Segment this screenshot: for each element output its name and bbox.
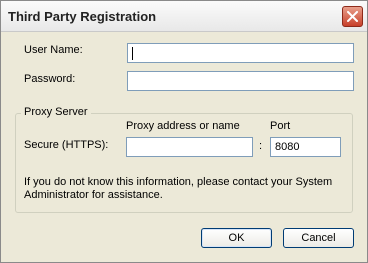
secure-https-label: Secure (HTTPS): — [24, 139, 109, 151]
proxy-address-input[interactable] — [126, 137, 253, 157]
close-icon — [347, 11, 358, 22]
title-bar[interactable]: Third Party Registration — [1, 1, 367, 32]
cancel-button[interactable]: Cancel — [283, 228, 354, 248]
password-input[interactable] — [127, 71, 354, 91]
username-input[interactable] — [127, 43, 354, 63]
port-header: Port — [270, 120, 291, 132]
ok-button[interactable]: OK — [201, 228, 272, 248]
close-button[interactable] — [342, 6, 363, 27]
proxy-address-header: Proxy address or name — [126, 120, 240, 132]
proxy-server-group-label: Proxy Server — [21, 106, 91, 118]
text-cursor — [132, 47, 133, 60]
port-input[interactable] — [270, 137, 341, 157]
address-port-separator: : — [259, 140, 263, 152]
registration-dialog: Third Party Registration User Name: Pass… — [0, 0, 368, 263]
username-label: User Name: — [24, 44, 83, 56]
info-text-line1: If you do not know this information, ple… — [24, 176, 333, 188]
info-text-line2: Administrator for assistance. — [24, 189, 163, 201]
password-label: Password: — [24, 73, 76, 85]
window-title: Third Party Registration — [8, 9, 157, 24]
